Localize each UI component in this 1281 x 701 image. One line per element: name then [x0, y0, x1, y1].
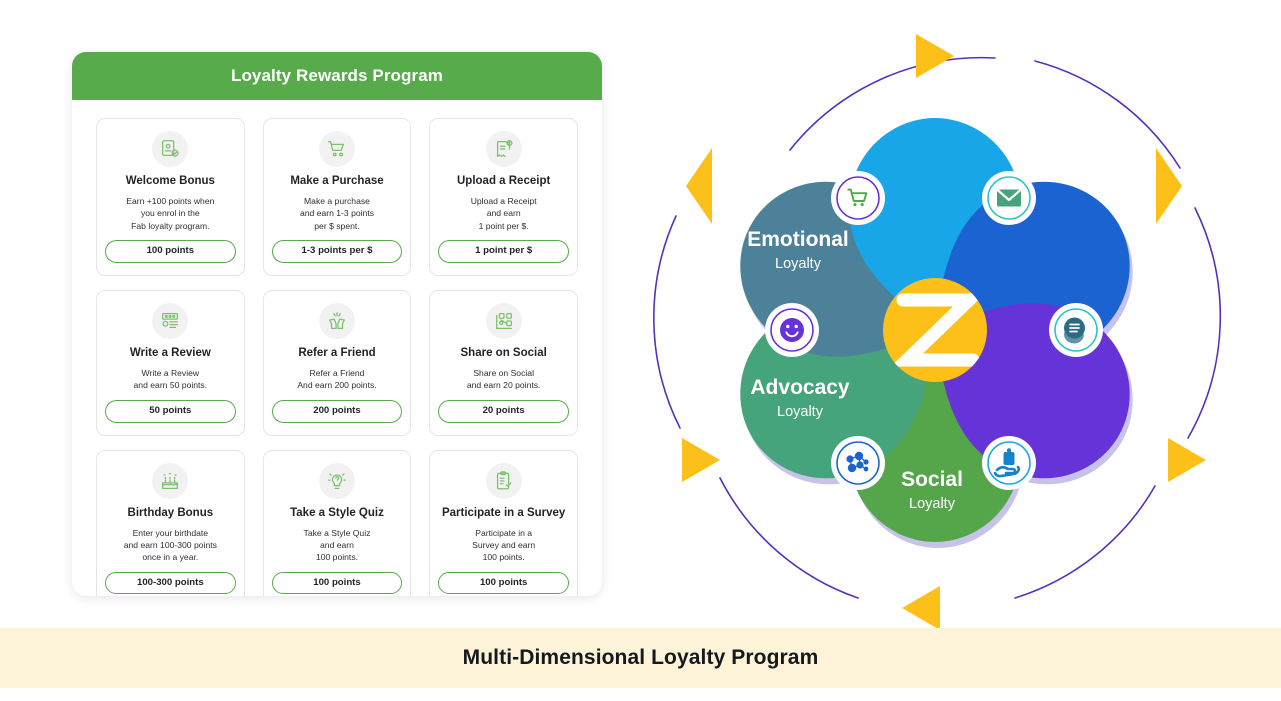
page-title: Loyalty Rewards Program — [230, 66, 444, 85]
loyalty-flower-diagram: Transactional Loyalty Engagement Loyalty… — [620, 8, 1250, 628]
reward-card[interactable]: Welcome Bonus Earn +100 points when you en… — [96, 118, 245, 276]
reward-points-badge[interactable]: 20 points — [438, 400, 569, 423]
reward-card-description: Make a purchase and earn 1-3 points per $ … — [299, 195, 375, 231]
reward-card-description: Earn +100 points when you enrol in the Fab… — [126, 195, 215, 231]
badge-hand-giftcard[interactable] — [982, 436, 1036, 490]
reward-card-description: Upload a Receipt and earn 1 point per $. — [470, 195, 537, 231]
triangle-lower-left — [682, 438, 720, 482]
reward-card[interactable]: Take a Style Quiz Take a Style Quiz and ea… — [262, 449, 412, 596]
screenshot-root: Loyalty Rewards Program Welcome Bonus Ear… — [0, 0, 1281, 701]
banner-title: Multi-Dimensional Loyalty Program — [462, 646, 819, 669]
reward-card-description: Share on Social and earn 20 points. — [466, 367, 541, 390]
reward-points-badge[interactable]: 200 points — [271, 400, 403, 423]
reward-card-title: Upload a Receipt — [457, 175, 551, 187]
petal-label-social: Social — [901, 468, 963, 491]
reward-card-description: Refer a Friend And earn 200 points. — [297, 367, 377, 390]
lightbulb-question-icon — [318, 462, 355, 499]
reward-points-badge[interactable]: 100 points — [105, 240, 236, 263]
reward-card-description: Participate in a Survey and earn 100 point… — [472, 527, 536, 563]
loyalty-rewards-panel: Loyalty Rewards Program Welcome Bonus Ear… — [72, 52, 602, 596]
petal-label-advocacy: Advocacy — [750, 376, 850, 399]
reward-card-title: Welcome Bonus — [125, 175, 215, 187]
badge-envelope-mail[interactable] — [982, 171, 1036, 225]
reward-points-badge[interactable]: 50 points — [105, 400, 236, 423]
receipt-dollar-icon — [485, 131, 522, 167]
reward-points-badge[interactable]: 100 points — [271, 571, 403, 595]
petal-sublabel-advocacy: Loyalty — [777, 404, 824, 420]
triangle-upper-left — [686, 148, 712, 224]
reward-card-title: Birthday Bonus — [127, 506, 214, 519]
triangle-upper-right — [1156, 148, 1182, 224]
reward-points-badge[interactable]: 1 point per $ — [438, 240, 569, 263]
reward-card[interactable]: Upload a Receipt Upload a Receipt and earn… — [429, 118, 578, 276]
reward-card-description: Write a Review and earn 50 points. — [133, 367, 208, 390]
reward-card[interactable]: Refer a Friend Refer a Friend And earn 200… — [262, 289, 412, 436]
badge-chat-bubbles[interactable] — [1049, 303, 1103, 357]
badge-shopping-cart[interactable] — [831, 171, 885, 225]
petal-sublabel-emotional: Loyalty — [775, 256, 822, 272]
reward-card-title: Make a Purchase — [290, 175, 384, 187]
petal-label-emotional: Emotional — [747, 228, 849, 251]
badge-social-network[interactable] — [831, 436, 885, 490]
panel-header: Loyalty Rewards Program — [72, 52, 602, 100]
reward-points-badge[interactable]: 1-3 points per $ — [271, 240, 403, 263]
share-social-network-icon — [485, 302, 522, 339]
reward-card-description: Enter your birthdate and earn 100-300 poi… — [123, 527, 217, 563]
reward-card-title: Write a Review — [129, 346, 211, 359]
shopping-cart-icon — [318, 131, 355, 167]
reward-points-badge[interactable]: 100 points — [438, 571, 569, 595]
triangle-top — [916, 34, 954, 78]
reward-points-badge[interactable]: 100-300 points — [105, 571, 236, 595]
z-logo — [883, 278, 987, 382]
birthday-cake-icon — [152, 462, 189, 499]
arc-left — [653, 215, 681, 429]
refer-friend-cheers-icon — [318, 302, 355, 339]
arc-right — [1187, 207, 1222, 439]
reward-card[interactable]: Write a Review Write a Review and earn 50 … — [96, 289, 245, 436]
survey-clipboard-icon — [485, 462, 522, 499]
triangle-lower-right — [1168, 438, 1206, 482]
reward-card-description: Take a Style Quiz and earn 100 points. — [303, 527, 371, 563]
reward-card[interactable]: Make a Purchase Make a purchase and earn 1… — [262, 118, 412, 276]
reward-card-title: Take a Style Quiz — [290, 506, 384, 519]
receipt-id-check-icon — [152, 131, 189, 167]
reward-card-title: Refer a Friend — [298, 346, 376, 359]
reward-card-title: Share on Social — [460, 346, 547, 359]
reward-card[interactable]: Participate in a Survey Participate in aS… — [429, 449, 578, 596]
arc-bottom-right — [1014, 485, 1156, 599]
petal-sublabel-social: Loyalty — [909, 496, 956, 512]
reward-card[interactable]: Share on Social Share on Social and earn 2… — [429, 289, 578, 436]
arc-bottom-left — [719, 477, 859, 599]
bottom-banner: Multi-Dimensional Loyalty Program — [0, 628, 1281, 688]
rewards-card-grid: Welcome Bonus Earn +100 points when you en… — [72, 100, 602, 596]
review-stars-icon — [152, 302, 189, 339]
badge-smiley-face[interactable] — [765, 303, 819, 357]
reward-card[interactable]: Birthday Bonus Enter your birthdate and ea… — [96, 449, 245, 596]
reward-card-title: Participate in a Survey — [441, 506, 566, 519]
triangle-bottom — [902, 586, 940, 628]
